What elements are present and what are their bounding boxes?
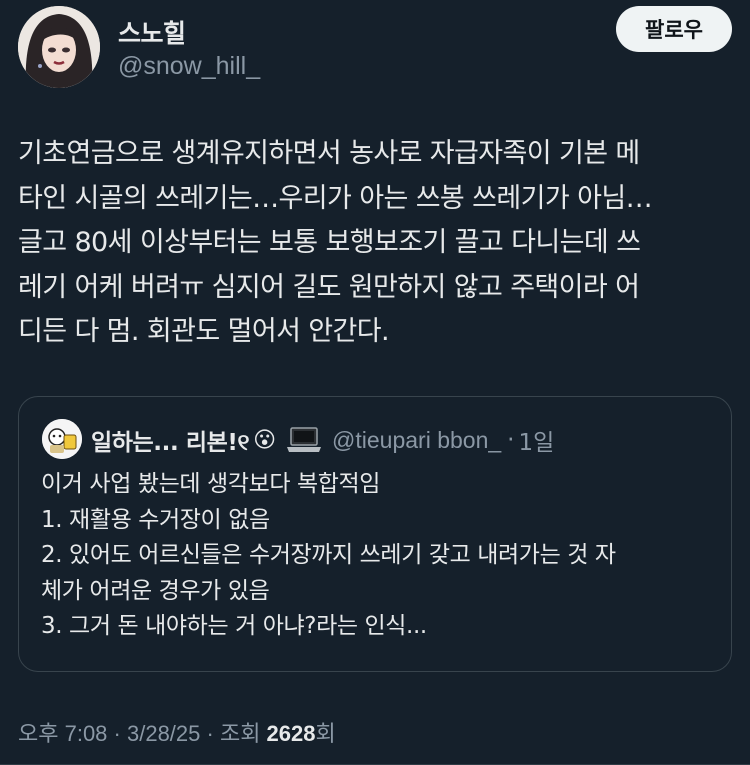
views-suffix: 회 (315, 721, 336, 746)
tweet-text-line: 디든 다 멈. 회관도 멀어서 안간다. (18, 316, 390, 348)
quoted-text-line: 1. 재활용 수거장이 없음 (41, 506, 270, 533)
quoted-tweet-time[interactable]: 1일 (518, 423, 554, 457)
quoted-author-name[interactable]: 일하는... 리본!୧ (91, 423, 249, 457)
astonished-face-icon: 😮 (253, 427, 277, 453)
quoted-tweet-header: 일하는... 리본!୧ 😮 @tieupari bbon_ · 1일 (91, 423, 554, 457)
views-label: 조회 (219, 721, 267, 746)
tweet-date[interactable]: 3/28/25 (127, 721, 200, 746)
quoted-text-line: 체가 어려운 경우가 있음 (41, 577, 270, 604)
tweet-time[interactable]: 오후 7:08 (18, 721, 107, 746)
quoted-author-handle[interactable]: @tieupari bbon_ (332, 427, 501, 454)
quoted-tweet[interactable]: 일하는... 리본!୧ 😮 @tieupari bbon_ · 1일 이거 사업… (18, 396, 732, 672)
separator-dot: · (507, 427, 515, 453)
author-avatar[interactable] (18, 6, 100, 88)
follow-button[interactable]: 팔로우 (616, 6, 732, 52)
separator-dot: · (107, 721, 127, 746)
quoted-text-line: 3. 그거 돈 내야하는 거 아냐?라는 인식... (41, 613, 427, 639)
quoted-text-line: 이거 사업 봤는데 생각보다 복합적임 (41, 471, 381, 497)
tweet-text-line: 레기 어케 버려ㅠ 심지어 길도 원만하지 않고 주택이라 어 (18, 271, 640, 303)
tweet-text-line: 타인 시골의 쓰레기는…우리가 아는 쓰봉 쓰레기가 아님… (18, 182, 653, 214)
separator-dot: · (200, 721, 220, 746)
author-handle[interactable]: @snow_hill_ (118, 52, 260, 81)
tweet-meta: 오후 7:08 · 3/28/25 · 조회 2628회 (18, 716, 336, 748)
tweet-text: 기초연금으로 생계유지하면서 농사로 자급자족이 기본 메 타인 시골의 쓰레기… (18, 132, 730, 355)
laptop-icon (286, 427, 322, 453)
tweet-text-line: 기초연금으로 생계유지하면서 농사로 자급자족이 기본 메 (18, 138, 640, 169)
quoted-tweet-text: 이거 사업 봤는데 생각보다 복합적임 1. 재활용 수거장이 없음 2. 있어… (41, 467, 731, 645)
quoted-author-avatar[interactable] (42, 419, 82, 459)
author-display-name[interactable]: 스노힐 (118, 14, 186, 50)
tweet-header: 스노힐 @snow_hill_ 팔로우 (18, 6, 732, 88)
views-count[interactable]: 2628 (267, 721, 316, 746)
tweet-text-line: 글고 80세 이상부터는 보통 보행보조기 끌고 다니는데 쓰 (18, 227, 641, 259)
quoted-text-line: 2. 있어도 어르신들은 수거장까지 쓰레기 갖고 내려가는 것 자 (41, 542, 616, 568)
